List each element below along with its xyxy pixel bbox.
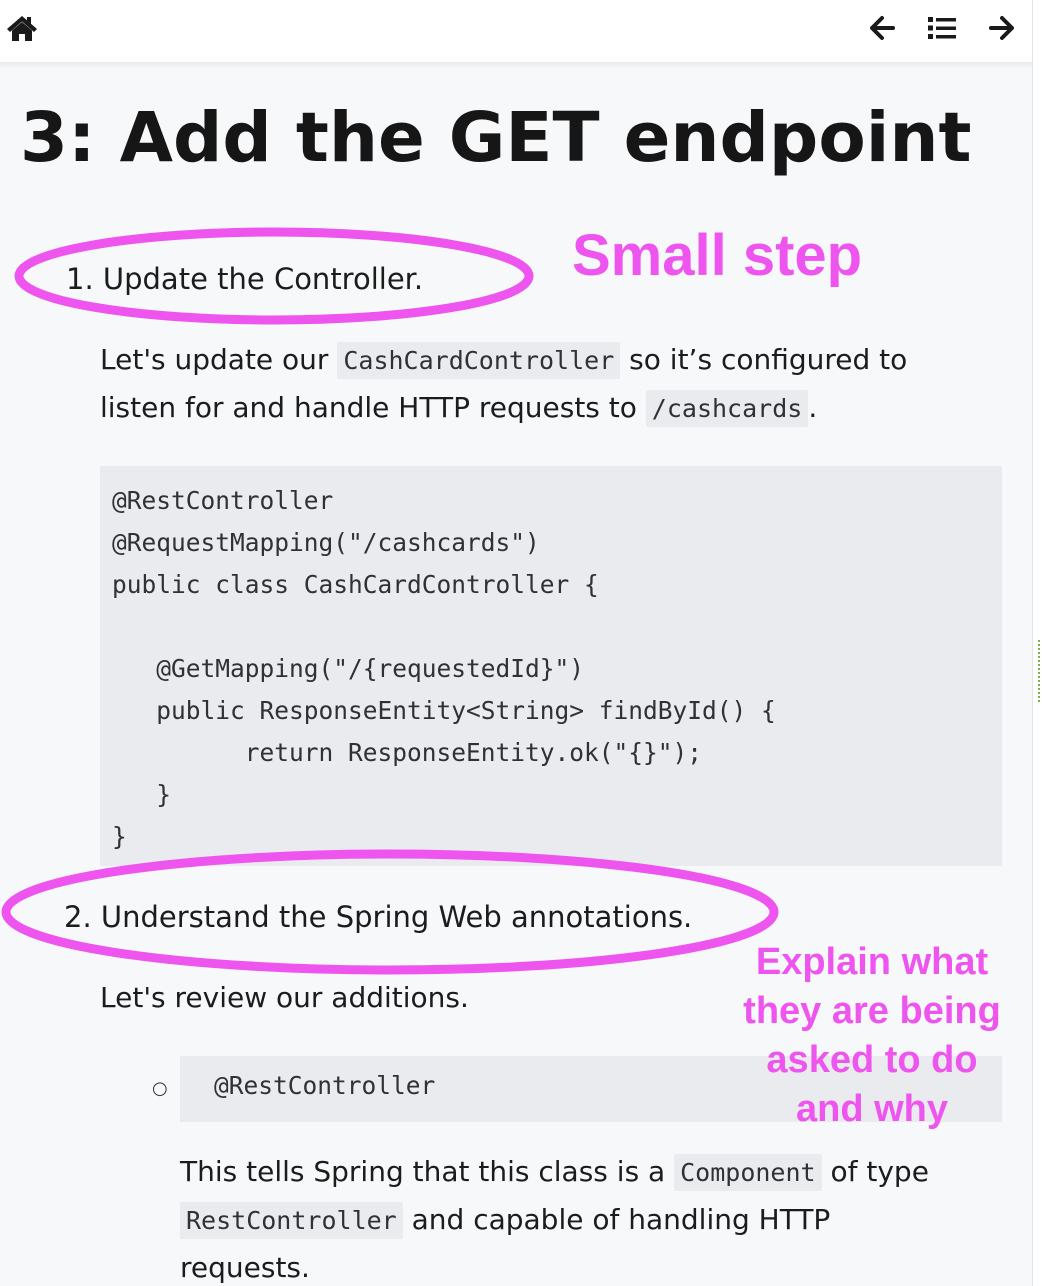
scroll-indicator xyxy=(1038,640,1040,704)
bullet-marker: ○ xyxy=(152,1078,168,1099)
bullet-description-line-1: This tells Spring that this class is a C… xyxy=(180,1148,929,1197)
scrollbar[interactable] xyxy=(1032,0,1042,1286)
text: listen for and handle HTTP requests to xyxy=(100,391,646,424)
inline-code: /cashcards xyxy=(645,390,809,427)
annotation-line: asked to do xyxy=(766,1039,978,1081)
page-title: 3: Add the GET endpoint xyxy=(20,98,972,178)
text: Let's update our xyxy=(100,343,338,376)
bullet-description-line-2: RestController and capable of handling H… xyxy=(180,1196,830,1245)
arrow-right-icon xyxy=(989,16,1014,40)
step-1-title: 1. Update the Controller. xyxy=(66,262,424,296)
home-icon xyxy=(7,16,37,41)
inline-code: Component xyxy=(674,1154,822,1191)
inline-code: CashCardController xyxy=(337,342,621,379)
bullet-description-line-3: requests. xyxy=(180,1251,310,1284)
step-2-paragraph: Let's review our additions. xyxy=(100,981,469,1014)
page: 3: Add the GET endpoint 1. Update the Co… xyxy=(0,0,1042,1286)
text: This tells Spring that this class is a xyxy=(180,1155,675,1188)
top-nav-bar xyxy=(0,0,1032,62)
code-block-content: @RestController @RequestMapping("/cashca… xyxy=(112,486,776,851)
previous-page-button[interactable] xyxy=(864,10,900,46)
home-button[interactable] xyxy=(4,10,40,46)
annotation-small-step: Small step xyxy=(572,223,863,288)
annotation-line: they are being xyxy=(743,990,1001,1032)
bullet-code: @RestController xyxy=(214,1071,436,1100)
step-1-paragraph-line-2: listen for and handle HTTP requests to /… xyxy=(100,384,817,433)
text: of type xyxy=(821,1155,929,1188)
list-icon xyxy=(928,17,956,39)
text: and capable of handling HTTP xyxy=(402,1203,831,1236)
step-1-paragraph-line-1: Let's update our CashCardController so i… xyxy=(100,336,907,385)
annotation-line: and why xyxy=(795,1088,949,1130)
code-block[interactable]: @RestController @RequestMapping("/cashca… xyxy=(100,466,1002,866)
annotation-line: Explain what xyxy=(755,941,989,983)
text: so it’s configured to xyxy=(620,343,908,376)
annotation-explain: Explain what they are being asked to do … xyxy=(728,938,1016,1134)
table-of-contents-button[interactable] xyxy=(924,10,960,46)
nav-divider xyxy=(0,62,1032,68)
text: . xyxy=(808,391,818,424)
step-2-title: 2. Understand the Spring Web annotations… xyxy=(64,900,693,934)
inline-code: RestController xyxy=(180,1202,403,1239)
next-page-button[interactable] xyxy=(984,10,1020,46)
arrow-left-icon xyxy=(870,16,895,40)
